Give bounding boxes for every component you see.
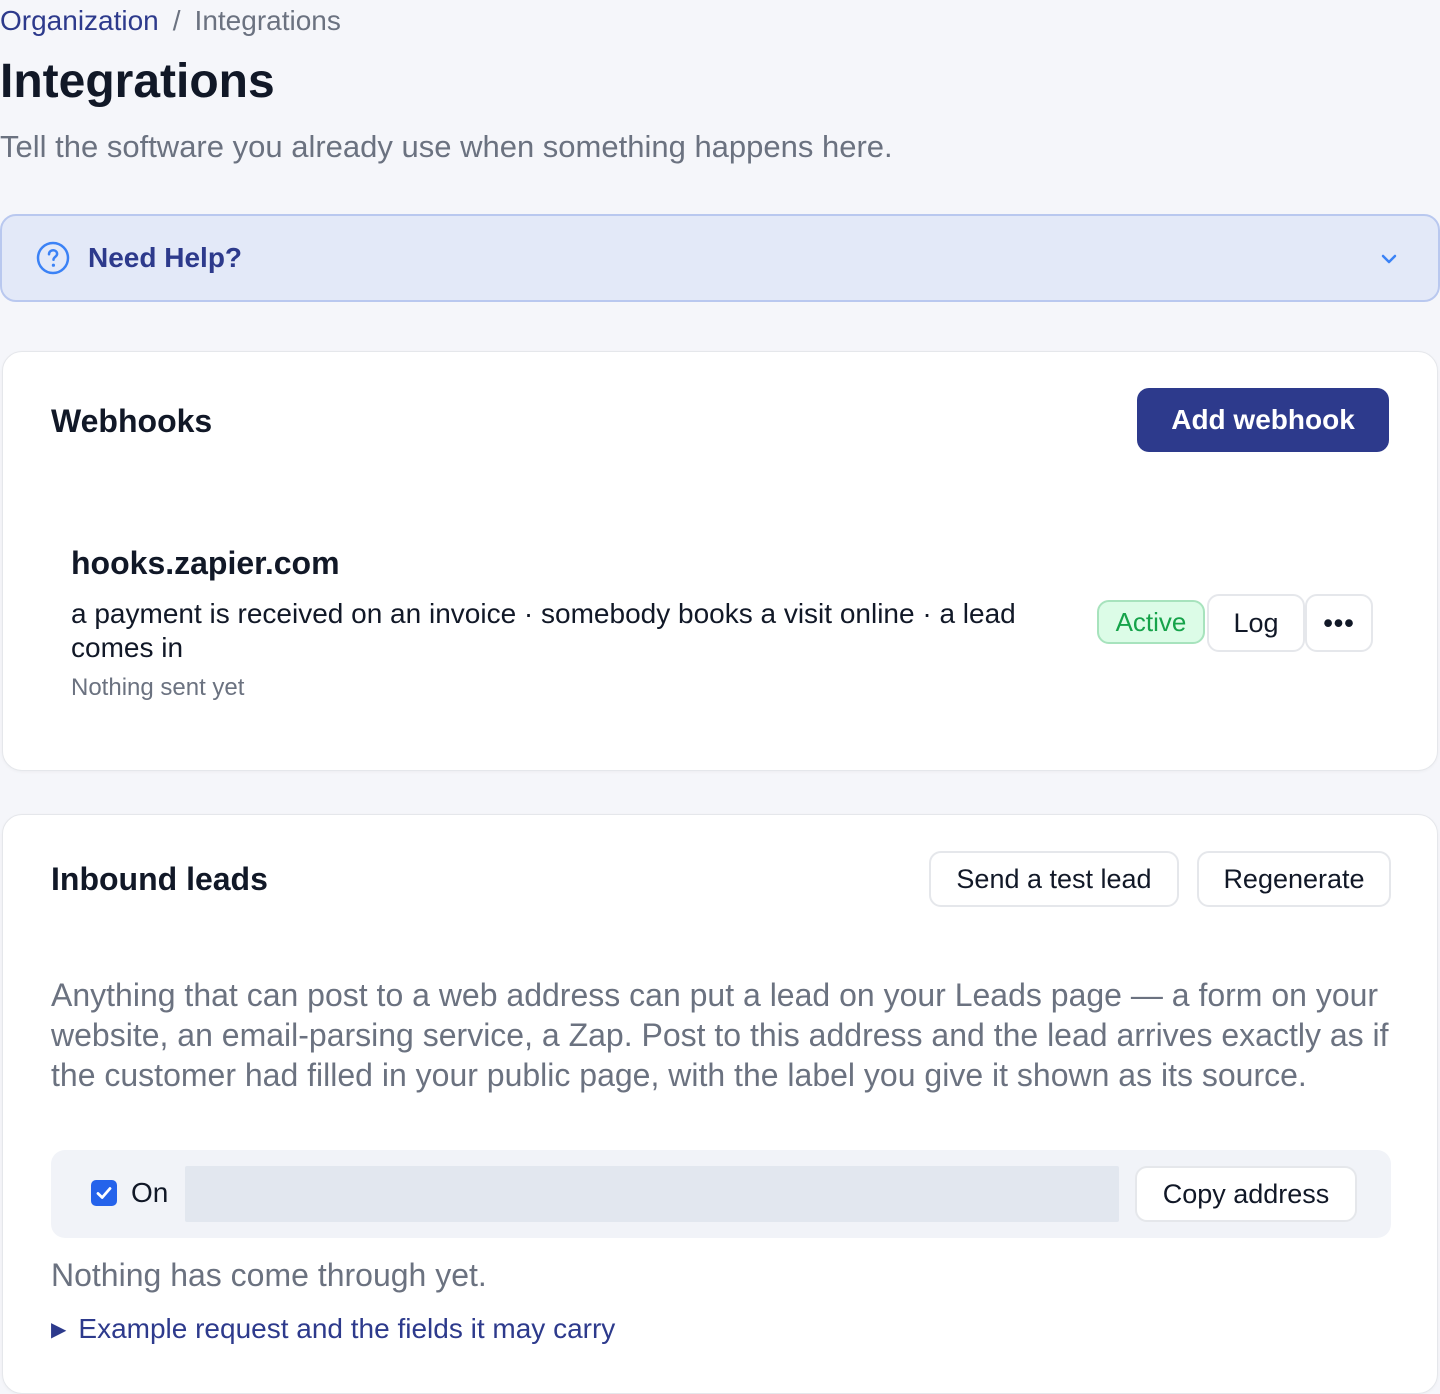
webhook-delivery-status: Nothing sent yet [71, 674, 245, 701]
inbound-leads-title: Inbound leads [51, 861, 268, 897]
inbound-address-bar: On Copy address [51, 1150, 1391, 1238]
webhooks-card: Webhooks Add webhook hooks.zapier.com a … [2, 351, 1438, 771]
example-request-label: Example request and the fields it may ca… [78, 1313, 616, 1344]
inbound-leads-card: Inbound leads Send a test lead Regenerat… [2, 814, 1438, 1394]
more-options-icon[interactable]: ••• [1305, 594, 1373, 652]
disclosure-triangle-icon: ▶ [51, 1319, 67, 1341]
page-subtitle: Tell the software you already use when s… [0, 129, 893, 164]
inbound-enabled-label: On [131, 1177, 169, 1208]
help-title: Need Help? [88, 242, 243, 273]
chevron-down-icon[interactable] [1378, 248, 1400, 270]
webhook-log-button[interactable]: Log [1207, 594, 1305, 652]
help-panel-toggle[interactable]: Need Help? [0, 214, 1440, 302]
inbound-address-field[interactable] [185, 1166, 1119, 1222]
page-title: Integrations [0, 55, 275, 108]
copy-address-button[interactable]: Copy address [1135, 1166, 1357, 1222]
status-badge: Active [1097, 600, 1205, 644]
inbound-description: Anything that can post to a web address … [51, 977, 1389, 1093]
question-circle-icon [36, 241, 70, 275]
webhooks-title: Webhooks [51, 403, 213, 439]
checkmark-icon [96, 1187, 112, 1199]
example-request-toggle[interactable]: ▶ Example request and the fields it may c… [51, 1311, 615, 1348]
breadcrumb: Organization / Integrations [0, 4, 341, 38]
inbound-enabled-checkbox[interactable] [91, 1180, 117, 1206]
regenerate-button[interactable]: Regenerate [1197, 851, 1391, 907]
webhook-host: hooks.zapier.com [71, 545, 340, 581]
send-test-lead-button[interactable]: Send a test lead [929, 851, 1179, 907]
webhook-events: a payment is received on an invoice · so… [71, 598, 1016, 663]
breadcrumb-current: Integrations [194, 5, 341, 36]
add-webhook-button[interactable]: Add webhook [1137, 388, 1389, 452]
inbound-empty-state: Nothing has come through yet. [51, 1257, 487, 1293]
breadcrumb-separator: / [172, 5, 181, 36]
breadcrumb-link-organization[interactable]: Organization [0, 5, 159, 36]
